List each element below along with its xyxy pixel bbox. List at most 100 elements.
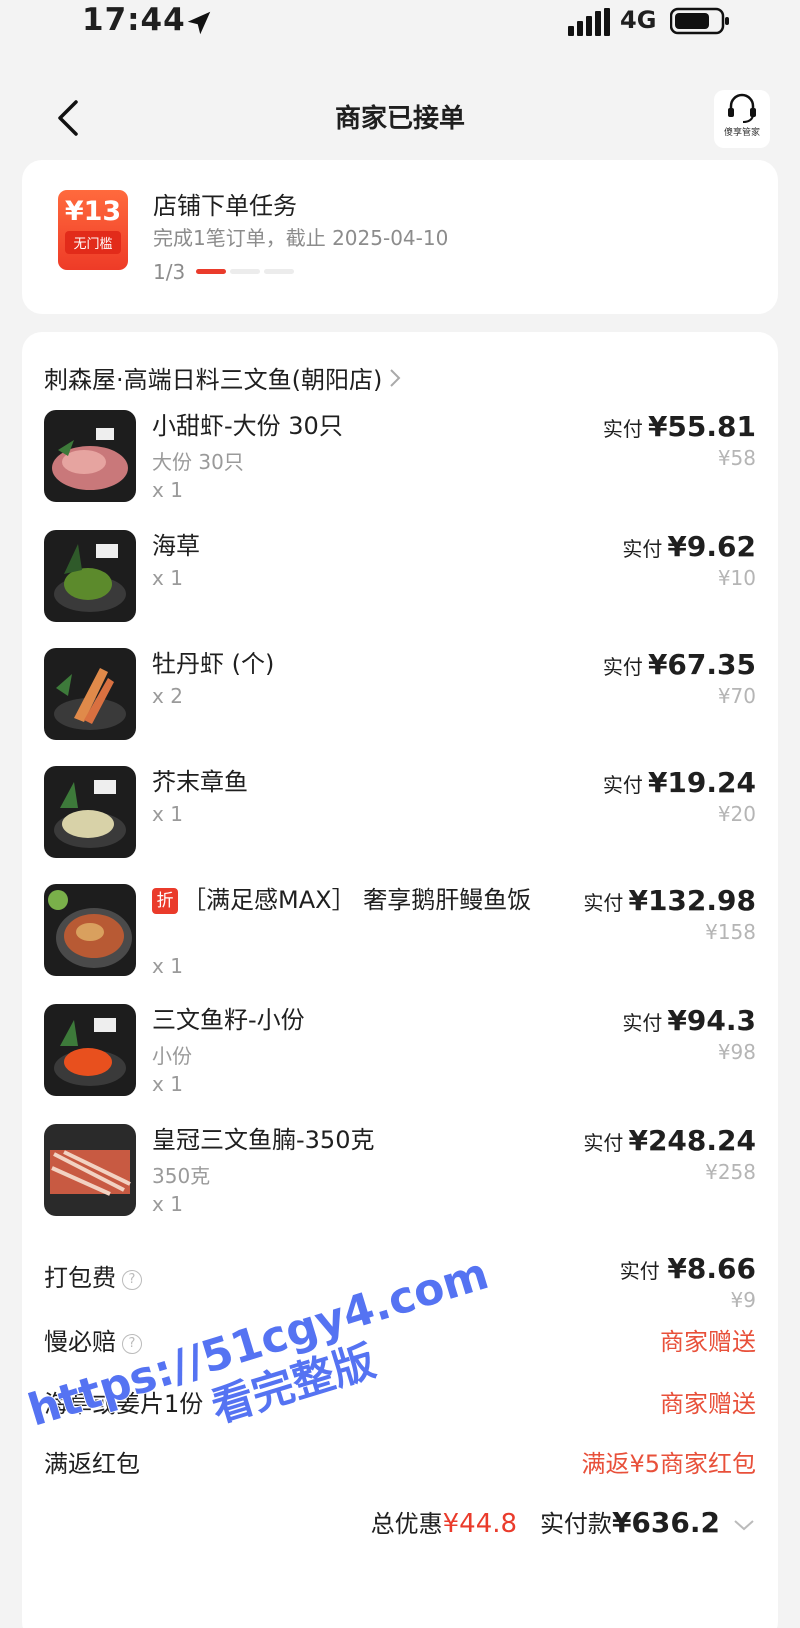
paid-amount: ¥67.35 bbox=[647, 648, 756, 681]
item-quantity: x 1 bbox=[152, 802, 183, 826]
original-price: ¥10 bbox=[717, 566, 756, 590]
coupon-condition: 无门槛 bbox=[65, 231, 121, 254]
paid-amount: ¥55.81 bbox=[647, 410, 756, 443]
packing-fee-amount: ¥8.66 bbox=[667, 1252, 756, 1285]
progress-segment bbox=[264, 269, 294, 274]
order-item[interactable]: 芥末章鱼 x 1 实付 ¥19.24 ¥20 bbox=[44, 766, 756, 858]
store-name: 刺森屋·高端日料三文鱼(朝阳店) bbox=[44, 366, 383, 394]
help-icon[interactable]: ? bbox=[122, 1270, 142, 1290]
paid-amount: ¥94.3 bbox=[667, 1004, 756, 1037]
original-price: ¥258 bbox=[705, 1160, 756, 1184]
item-image bbox=[44, 530, 136, 622]
status-time: 17:44 bbox=[82, 2, 186, 38]
packing-fee-row: 打包费? bbox=[44, 1258, 142, 1293]
item-image bbox=[44, 410, 136, 502]
slow-comp-label: 慢必赔 bbox=[44, 1328, 116, 1356]
item-quantity: x 1 bbox=[152, 1192, 183, 1216]
headset-icon bbox=[728, 93, 756, 123]
help-icon[interactable]: ? bbox=[122, 1334, 142, 1354]
paid-label: 实付 bbox=[583, 1131, 624, 1155]
item-image bbox=[44, 884, 136, 976]
total-paid-value: ¥636.2 bbox=[611, 1506, 720, 1539]
item-paid: 实付 ¥19.24 bbox=[603, 766, 756, 799]
paid-amount: ¥132.98 bbox=[628, 884, 756, 917]
item-quantity: x 1 bbox=[152, 954, 183, 978]
battery-icon bbox=[670, 7, 729, 35]
item-name: 三文鱼籽-小份 bbox=[152, 1006, 305, 1034]
store-task-card[interactable]: ¥13 无门槛 店铺下单任务 完成1笔订单，截止 2025-04-10 1/3 bbox=[22, 160, 778, 314]
paid-amount: ¥248.24 bbox=[628, 1124, 756, 1157]
item-name: 海草 bbox=[152, 532, 200, 560]
item-name: 芥末章鱼 bbox=[152, 768, 248, 796]
original-price: ¥98 bbox=[717, 1040, 756, 1064]
order-item[interactable]: 牡丹虾 (个) x 2 实付 ¥67.35 ¥70 bbox=[44, 648, 756, 740]
original-price: ¥70 bbox=[717, 684, 756, 708]
total-discount-value: ¥44.8 bbox=[442, 1509, 518, 1539]
chevron-down-icon[interactable] bbox=[732, 1518, 756, 1532]
discount-tag: 折 bbox=[152, 888, 178, 914]
paid-label: 实付 bbox=[602, 773, 643, 797]
progress-segment bbox=[196, 269, 226, 274]
red-packet-label: 满返红包 bbox=[44, 1450, 140, 1478]
item-paid: 实付 ¥67.35 bbox=[603, 648, 756, 681]
item-name-text: ［满足感MAX］ 奢享鹅肝鳗鱼饭 bbox=[182, 886, 532, 914]
packing-fee-paid: 实付 ¥8.66 bbox=[620, 1252, 756, 1285]
paid-label: 实付 bbox=[622, 537, 663, 561]
item-spec: 小份 bbox=[152, 1044, 192, 1068]
order-item[interactable]: 三文鱼籽-小份 小份 x 1 实付 ¥94.3 ¥98 bbox=[44, 1004, 756, 1104]
location-arrow-icon bbox=[187, 11, 211, 35]
slow-comp-value: 商家赠送 bbox=[660, 1328, 756, 1356]
packing-fee-original: ¥9 bbox=[730, 1288, 756, 1312]
task-description: 完成1笔订单，截止 2025-04-10 bbox=[153, 226, 449, 250]
total-paid-label: 实付款 bbox=[539, 1510, 612, 1538]
network-type: 4G bbox=[620, 6, 657, 34]
total-discount-label: 总优惠 bbox=[370, 1510, 443, 1538]
item-paid: 实付 ¥9.62 bbox=[622, 530, 756, 563]
item-name: 折 ［满足感MAX］ 奢享鹅肝鳗鱼饭 bbox=[152, 884, 552, 916]
task-progress-text: 1/3 bbox=[153, 260, 186, 284]
paid-label: 实付 bbox=[602, 655, 643, 679]
item-image bbox=[44, 1004, 136, 1096]
item-image bbox=[44, 766, 136, 858]
item-name: 小甜虾-大份 30只 bbox=[152, 412, 343, 440]
item-paid: 实付 ¥248.24 bbox=[583, 1124, 756, 1157]
packing-fee-label: 打包费 bbox=[44, 1264, 116, 1292]
item-quantity: x 1 bbox=[152, 566, 183, 590]
order-item[interactable]: 折 ［满足感MAX］ 奢享鹅肝鳗鱼饭 x 1 实付 ¥132.98 ¥158 bbox=[44, 884, 756, 984]
coupon-badge: ¥13 无门槛 bbox=[58, 190, 128, 270]
gift-label: 海草或姜片1份 bbox=[44, 1390, 204, 1418]
original-price: ¥20 bbox=[717, 802, 756, 826]
item-paid: 实付 ¥132.98 bbox=[583, 884, 756, 917]
service-label: 傻享管家 bbox=[723, 128, 760, 138]
order-item[interactable]: 皇冠三文鱼腩-350克 350克 x 1 实付 ¥248.24 ¥258 bbox=[44, 1124, 756, 1224]
item-quantity: x 1 bbox=[152, 478, 183, 502]
item-spec: 大份 30只 bbox=[152, 450, 244, 474]
item-name: 皇冠三文鱼腩-350克 bbox=[152, 1126, 375, 1154]
order-item[interactable]: 小甜虾-大份 30只 大份 30只 x 1 实付 ¥55.81 ¥58 bbox=[44, 410, 756, 510]
paid-label: 实付 bbox=[583, 891, 624, 915]
paid-amount: ¥19.24 bbox=[647, 766, 756, 799]
store-link[interactable]: 刺森屋·高端日料三文鱼(朝阳店) bbox=[44, 360, 402, 395]
original-price: ¥158 bbox=[705, 920, 756, 944]
task-title: 店铺下单任务 bbox=[153, 192, 297, 220]
item-spec: 350克 bbox=[152, 1164, 211, 1188]
item-image bbox=[44, 1124, 136, 1216]
paid-label: 实付 bbox=[602, 417, 643, 441]
item-name: 牡丹虾 (个) bbox=[152, 650, 275, 678]
item-image bbox=[44, 648, 136, 740]
red-packet-value: 满返¥5商家红包 bbox=[581, 1450, 756, 1478]
nav-bar: 商家已接单 傻享管家 bbox=[0, 82, 800, 152]
chevron-right-icon bbox=[390, 368, 401, 387]
order-total[interactable]: 总优惠¥44.8 实付款¥636.2 bbox=[371, 1504, 720, 1539]
paid-label: 实付 bbox=[619, 1259, 660, 1283]
item-quantity: x 1 bbox=[152, 1072, 183, 1096]
progress-segment bbox=[230, 269, 260, 274]
customer-service-button[interactable]: 傻享管家 bbox=[714, 90, 770, 148]
status-bar: 17:44 4G bbox=[0, 0, 800, 46]
item-paid: 实付 ¥55.81 bbox=[603, 410, 756, 443]
order-item[interactable]: 海草 x 1 实付 ¥9.62 ¥10 bbox=[44, 530, 756, 622]
signal-icon bbox=[568, 8, 610, 36]
gift-value: 商家赠送 bbox=[660, 1390, 756, 1418]
slow-comp-row: 慢必赔? bbox=[44, 1322, 142, 1357]
page-title: 商家已接单 bbox=[334, 104, 465, 134]
